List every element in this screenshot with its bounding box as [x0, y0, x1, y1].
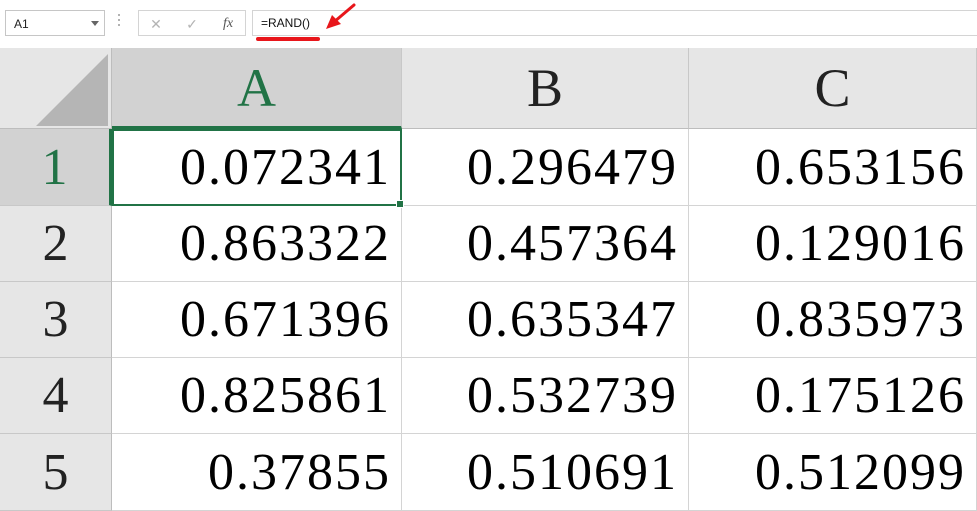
formula-text: =RAND() — [261, 16, 311, 30]
close-icon[interactable]: ✕ — [145, 14, 167, 34]
cell-c1[interactable]: 0.653156 — [689, 129, 977, 206]
cell-b5[interactable]: 0.510691 — [402, 434, 689, 511]
spreadsheet-grid: A B C 1 2 3 4 5 0.072341 0.296479 0.6531… — [0, 48, 977, 511]
cell-a5[interactable]: 0.37855 — [112, 434, 402, 511]
row-header-4[interactable]: 4 — [0, 358, 112, 434]
column-header-c[interactable]: C — [689, 48, 977, 129]
row-header-2[interactable]: 2 — [0, 206, 112, 282]
cell-b2[interactable]: 0.457364 — [402, 206, 689, 282]
cell-b1[interactable]: 0.296479 — [402, 129, 689, 206]
cell-c2[interactable]: 0.129016 — [689, 206, 977, 282]
cell-b3[interactable]: 0.635347 — [402, 282, 689, 358]
cell-c3[interactable]: 0.835973 — [689, 282, 977, 358]
name-box[interactable]: A1 — [5, 10, 105, 36]
cell-b4[interactable]: 0.532739 — [402, 358, 689, 434]
cell-a3[interactable]: 0.671396 — [112, 282, 402, 358]
red-arrow-icon — [326, 3, 356, 29]
fx-icon[interactable]: fx — [217, 14, 239, 34]
select-all-corner[interactable] — [0, 48, 112, 129]
cell-a1[interactable]: 0.072341 — [112, 129, 402, 206]
check-icon[interactable]: ✓ — [181, 14, 203, 34]
row-header-1[interactable]: 1 — [0, 129, 112, 206]
annotation-underline — [256, 37, 320, 41]
cell-a4[interactable]: 0.825861 — [112, 358, 402, 434]
formula-input[interactable]: =RAND() — [252, 10, 977, 36]
formula-bar-area: A1 ✕ ✓ fx =RAND() — [0, 0, 977, 48]
drag-handle-icon[interactable] — [117, 14, 121, 30]
column-header-a[interactable]: A — [112, 48, 402, 129]
row-header-3[interactable]: 3 — [0, 282, 112, 358]
column-header-b[interactable]: B — [402, 48, 689, 129]
cell-c4[interactable]: 0.175126 — [689, 358, 977, 434]
formula-buttons: ✕ ✓ fx — [138, 10, 246, 36]
row-header-5[interactable]: 5 — [0, 434, 112, 511]
cell-a2[interactable]: 0.863322 — [112, 206, 402, 282]
name-box-value: A1 — [14, 17, 29, 31]
cell-c5[interactable]: 0.512099 — [689, 434, 977, 511]
chevron-down-icon[interactable] — [91, 21, 99, 26]
